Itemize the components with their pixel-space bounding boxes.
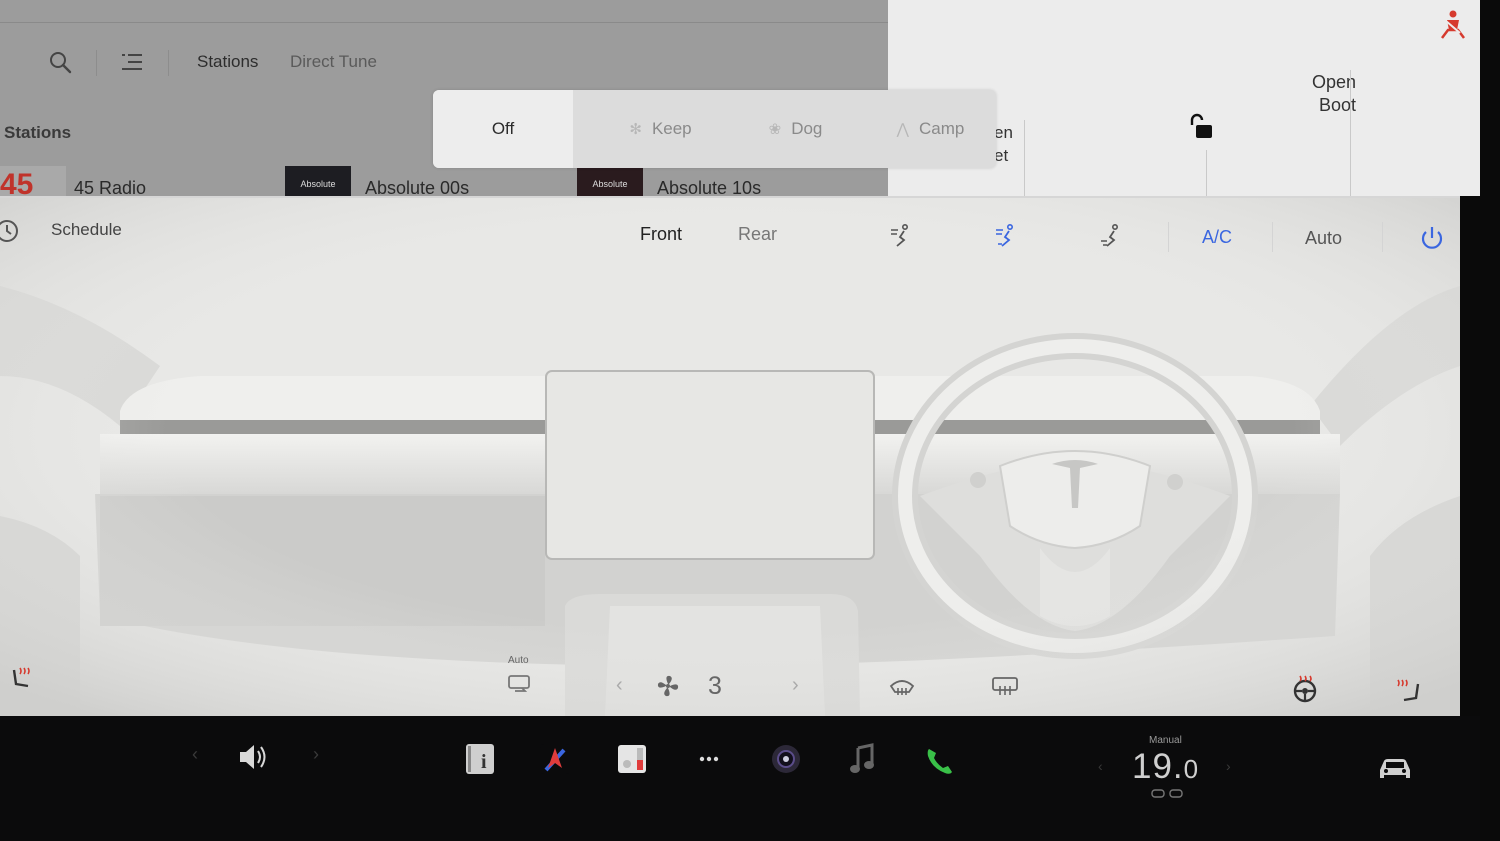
volume-icon[interactable] (236, 740, 270, 774)
temperature-whole: 19. (1132, 747, 1184, 786)
keep-option-off[interactable]: Off (433, 90, 573, 168)
open-boot-button[interactable]: Open Boot (1284, 71, 1356, 117)
phone-icon[interactable] (923, 744, 957, 778)
airflow-face-icon[interactable] (888, 222, 914, 248)
tab-front[interactable]: Front (640, 224, 682, 245)
passenger-seat-heater-icon[interactable] (1394, 676, 1426, 706)
seatbelt-warning-icon (1441, 10, 1465, 39)
boot-label-line1: Open (1311, 72, 1356, 92)
volume-down-chevron-icon[interactable]: ‹ (192, 744, 198, 765)
temp-down-chevron-icon[interactable]: ‹ (1098, 758, 1103, 774)
boot-label-line2: Boot (1318, 95, 1356, 115)
rear-defrost-icon[interactable] (990, 674, 1020, 698)
climate-keep-selector: Off ✻ Keep ❀ Dog ⋀ Camp (433, 90, 996, 168)
auto-climate-button[interactable]: Auto (1305, 228, 1342, 249)
airflow-face-feet-icon[interactable] (993, 222, 1019, 248)
navigation-icon[interactable] (538, 742, 572, 776)
divider (1168, 222, 1169, 252)
divider (1350, 70, 1351, 196)
more-apps-icon[interactable] (692, 742, 726, 776)
divider (168, 50, 169, 76)
station-name: 45 Radio (74, 178, 147, 196)
keep-option-label: Dog (791, 119, 823, 138)
fan-increase-icon[interactable]: › (792, 674, 799, 697)
station-item[interactable]: Absolute Absolute 00s (285, 166, 565, 196)
steering-wheel-heater-icon[interactable] (1290, 674, 1320, 704)
search-icon[interactable] (46, 48, 74, 76)
station-art: Absolute (285, 166, 351, 196)
bottom-dock: ‹ › i ‹ Manual 19.0 › (0, 716, 1480, 841)
temperature-mode-label: Manual (1149, 735, 1182, 746)
tesla-screen: Stations Direct Tune Stations 45 45 Radi… (0, 0, 1500, 841)
driver-seat-heater-icon[interactable] (6, 662, 36, 692)
frunk-label-line1: en (994, 123, 1013, 142)
recirculation-icon[interactable] (506, 672, 534, 696)
keep-option-label: Camp (918, 119, 965, 138)
divider (1382, 222, 1383, 252)
power-icon[interactable] (1418, 224, 1446, 252)
station-name: Absolute 00s (365, 178, 470, 196)
paw-icon: ❀ (768, 121, 782, 138)
tent-icon: ⋀ (896, 121, 909, 138)
keep-option-label: Keep (651, 119, 692, 138)
tab-stations[interactable]: Stations (197, 52, 258, 72)
music-icon[interactable] (846, 742, 880, 776)
climate-panel: Schedule Front Rear A/C Auto Auto ‹ 3 › (0, 196, 1460, 716)
divider (1206, 150, 1207, 196)
screen-bezel (1480, 0, 1500, 841)
ac-button[interactable]: A/C (1202, 227, 1232, 248)
airflow-feet-icon[interactable] (1098, 222, 1124, 248)
station-item[interactable]: Absolute Absolute 10s (577, 166, 877, 196)
front-defrost-icon[interactable] (888, 674, 916, 698)
queue-list-icon[interactable] (118, 48, 146, 76)
volume-up-chevron-icon[interactable]: › (313, 744, 319, 765)
manual-info-icon[interactable]: i (463, 742, 497, 776)
frunk-label-line2: et (994, 146, 1009, 165)
divider (0, 196, 1460, 198)
divider (96, 50, 97, 76)
camera-icon[interactable] (769, 742, 803, 776)
divider (1272, 222, 1273, 252)
svg-text:i: i (481, 751, 487, 773)
stations-heading: Stations (4, 123, 72, 142)
schedule-button[interactable]: Schedule (51, 220, 122, 240)
energy-app-icon[interactable] (615, 742, 649, 776)
car-icon[interactable] (1376, 754, 1414, 782)
tab-direct-tune[interactable]: Direct Tune (290, 52, 377, 72)
fan-icon: ✻ (629, 121, 642, 138)
media-divider (0, 22, 888, 23)
station-name: Absolute 10s (657, 178, 762, 196)
tab-rear[interactable]: Rear (738, 224, 777, 245)
keep-option-keep[interactable]: ✻ Keep (593, 90, 728, 168)
recirculation-auto-label: Auto (508, 655, 529, 666)
fan-speed-value: 3 (708, 672, 722, 700)
temperature-decimal: 0 (1183, 754, 1200, 784)
cabin-temperature[interactable]: 19.0 (1132, 747, 1199, 787)
fan-decrease-icon[interactable]: ‹ (616, 674, 623, 697)
station-art: 45 (0, 166, 66, 196)
fan-icon (657, 675, 679, 697)
keep-option-camp[interactable]: ⋀ Camp (873, 90, 988, 168)
seat-heater-status-icon (1151, 789, 1183, 798)
open-frunk-label[interactable]: en et (994, 121, 1013, 167)
keep-option-dog[interactable]: ❀ Dog (738, 90, 853, 168)
divider (1024, 120, 1025, 196)
unlock-icon[interactable] (1188, 112, 1218, 142)
station-art: Absolute (577, 166, 643, 196)
car-interior-illustration (0, 196, 1460, 716)
station-item[interactable]: 45 45 Radio (0, 166, 270, 196)
temp-up-chevron-icon[interactable]: › (1226, 758, 1231, 774)
clock-icon[interactable] (0, 218, 20, 244)
